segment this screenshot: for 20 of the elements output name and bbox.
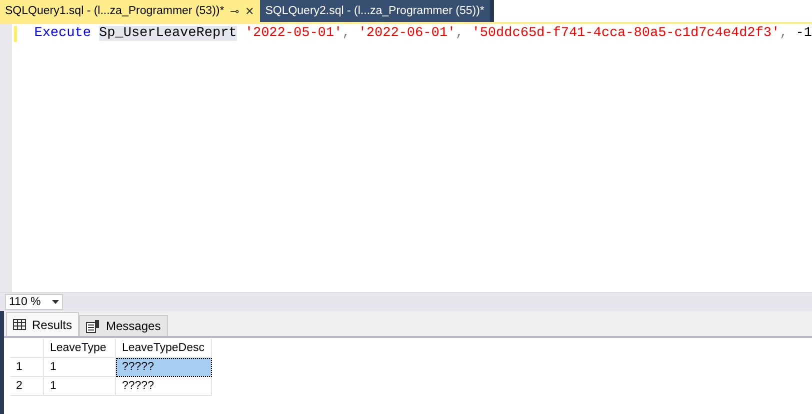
table-cell[interactable]: 1: [44, 358, 116, 377]
caret-icon: [52, 300, 59, 304]
document-tab[interactable]: SQLQuery2.sql - (l...za_Programmer (55))*: [260, 0, 490, 22]
code-line: Execute Sp_UserLeaveReprt '2022-05-01', '2022-06-01', '50ddc65d-f741-4cca-80a5-c1d7c4e4d2f3', -1: [34, 25, 812, 43]
change-marker: [14, 26, 18, 42]
document-icon: [86, 320, 100, 332]
row-number: 2: [10, 377, 44, 396]
results-tab[interactable]: Results: [6, 312, 80, 336]
document-tab[interactable]: SQLQuery1.sql - (l...za_Programmer (53))* ⊸ ✕: [0, 0, 260, 22]
table-cell[interactable]: 1: [44, 377, 116, 396]
column-header: LeaveTypeDesc: [116, 339, 212, 358]
pin-icon[interactable]: ⊸: [230, 4, 240, 18]
table-cell[interactable]: ?????: [116, 358, 212, 377]
column-header: LeaveType: [44, 339, 116, 358]
grid-icon: [13, 319, 26, 330]
results-tab[interactable]: Messages: [79, 315, 168, 336]
close-icon[interactable]: ✕: [245, 4, 254, 18]
table-cell[interactable]: ?????: [116, 377, 212, 396]
row-number: 1: [10, 358, 44, 377]
zoom-dropdown[interactable]: 110 %: [5, 294, 63, 310]
